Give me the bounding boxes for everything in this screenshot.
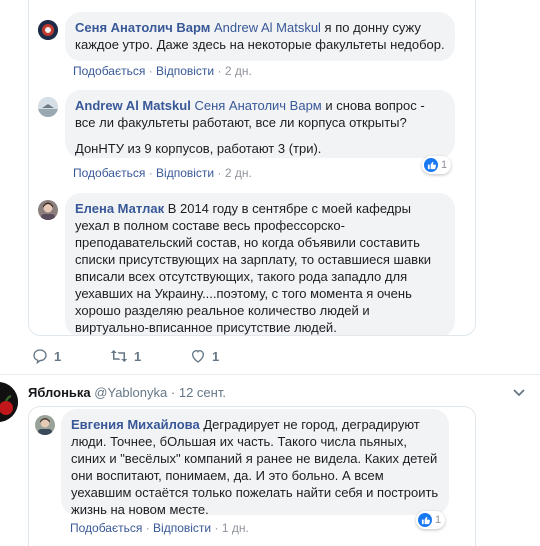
reply-action[interactable]: 1 xyxy=(32,348,61,364)
tweet-date[interactable]: 12 сент. xyxy=(179,385,226,400)
facebook-comments-card: Сеня Анатолич Варм Andrew Al Matskul я п… xyxy=(28,0,476,336)
like-link[interactable]: Подобається xyxy=(73,166,145,180)
comment-text-line: ДонНТУ из 9 корпусов, работают 3 (три). xyxy=(75,141,322,156)
comment-bubble: Сеня Анатолич Варм Andrew Al Matskul я п… xyxy=(65,12,455,61)
comment-time[interactable]: 2 дн. xyxy=(225,166,252,180)
retweet-icon xyxy=(110,350,128,362)
like-link[interactable]: Подобається xyxy=(70,521,142,535)
comment-text: Деградирует не город, деградируют люди. … xyxy=(71,417,439,517)
comment-actions: Подобається · Відповісти · 2 дн. xyxy=(73,166,252,180)
comment-mention[interactable]: Сеня Анатолич Варм xyxy=(194,98,321,113)
comment-time[interactable]: 2 дн. xyxy=(225,64,252,78)
comment-bubble: Елена Матлак В 2014 году в сентябре с мо… xyxy=(65,193,455,335)
comment-actions: Подобається · Відповісти · 1 дн. xyxy=(70,521,249,535)
comment-actions: Подобається · Відповісти · 2 дн. xyxy=(73,64,252,78)
avatar[interactable] xyxy=(38,20,58,40)
comment-text: В 2014 году в сентябре с моей кафедры уе… xyxy=(75,201,432,335)
reply-count: 1 xyxy=(54,348,62,364)
reply-icon xyxy=(33,349,47,364)
comment-author[interactable]: Andrew Al Matskul xyxy=(75,98,191,113)
like-link[interactable]: Подобається xyxy=(73,64,145,78)
reaction-count[interactable]: 1 xyxy=(416,511,446,529)
retweet-action[interactable]: 1 xyxy=(110,348,141,364)
comment-author[interactable]: Сеня Анатолич Варм xyxy=(75,20,210,35)
reaction-number: 1 xyxy=(441,159,448,171)
comment-time[interactable]: 1 дн. xyxy=(222,521,249,535)
like-action[interactable]: 1 xyxy=(190,348,219,364)
tweet-handle[interactable]: @Yablonyka xyxy=(94,385,167,400)
heart-icon xyxy=(191,349,205,363)
reply-link[interactable]: Відповісти xyxy=(153,521,211,535)
tweet-header: Яблонька @Yablonyka · 12 сент. xyxy=(28,385,226,400)
comment-bubble: Andrew Al Matskul Сеня Анатолич Варм и с… xyxy=(65,90,455,158)
tweet-avatar[interactable] xyxy=(0,382,18,422)
reaction-count[interactable]: 1 xyxy=(422,156,452,174)
avatar[interactable] xyxy=(38,97,58,117)
thumbs-up-icon xyxy=(424,158,438,172)
comment-mention[interactable]: Andrew Al Matskul xyxy=(214,20,321,35)
like-count: 1 xyxy=(212,348,220,364)
facebook-comments-card: Евгения Михайлова Деградирует не город, … xyxy=(28,406,476,546)
tweet-more-icon[interactable] xyxy=(511,384,527,400)
separator-dot: · xyxy=(170,385,176,400)
reaction-number: 1 xyxy=(435,514,442,526)
reply-link[interactable]: Відповісти xyxy=(156,64,214,78)
comment-bubble: Евгения Михайлова Деградирует не город, … xyxy=(61,409,449,517)
comment-author[interactable]: Елена Матлак xyxy=(75,201,164,216)
comment-author[interactable]: Евгения Михайлова xyxy=(71,417,200,432)
tweet-username[interactable]: Яблонька xyxy=(28,385,91,400)
divider xyxy=(0,374,540,375)
thumbs-up-icon xyxy=(418,513,432,527)
reply-link[interactable]: Відповісти xyxy=(156,166,214,180)
avatar[interactable] xyxy=(38,200,58,220)
retweet-count: 1 xyxy=(134,348,142,364)
avatar[interactable] xyxy=(35,415,55,435)
